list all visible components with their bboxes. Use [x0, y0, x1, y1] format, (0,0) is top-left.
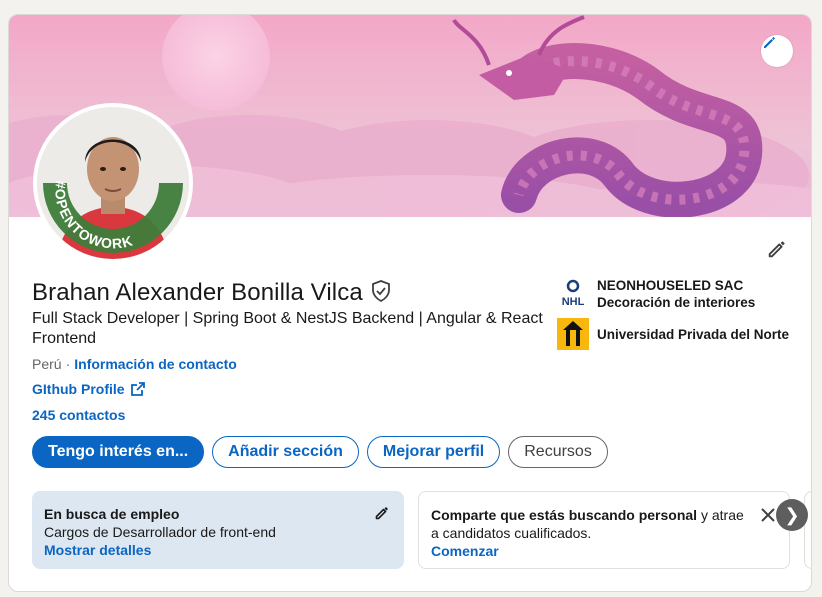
profile-photo[interactable]: #OPENTOWORK: [33, 103, 193, 263]
improve-profile-button[interactable]: Mejorar perfil: [366, 436, 501, 468]
next-card-preview: [804, 491, 811, 569]
chevron-right-icon[interactable]: ❯: [776, 499, 808, 531]
connections-link[interactable]: 245 contactos: [32, 407, 125, 423]
svg-text:NHL: NHL: [562, 296, 585, 308]
verified-shield-icon[interactable]: [371, 279, 391, 307]
company-item[interactable]: NHL NEONHOUSELED SAC Decoración de inter…: [557, 277, 807, 311]
pencil-icon: [375, 507, 388, 520]
experience-education-list: NHL NEONHOUSELED SAC Decoración de inter…: [557, 277, 807, 357]
open-to-work-badge: #OPENTOWORK: [52, 180, 134, 251]
profile-name: Brahan Alexander Bonilla Vilca: [32, 279, 363, 306]
open-to-work-title: En busca de empleo: [44, 506, 180, 522]
company-subtitle: Decoración de interiores: [597, 295, 756, 310]
location-text: Perú: [32, 356, 62, 372]
add-section-button[interactable]: Añadir sección: [212, 436, 359, 468]
hiring-card: Comparte que estás buscando personal y a…: [418, 491, 790, 569]
open-to-button[interactable]: Tengo interés en...: [32, 436, 205, 468]
hiring-text: Comparte que estás buscando personal y a…: [431, 506, 751, 542]
company-name: NEONHOUSELED SAC: [597, 278, 744, 293]
open-to-work-roles: Cargos de Desarrollador de front-end: [44, 524, 276, 540]
education-item[interactable]: Universidad Privada del Norte: [557, 317, 807, 351]
github-link-row[interactable]: GIthub Profile: [32, 381, 145, 397]
location-separator: ·: [65, 356, 71, 372]
external-link-icon: [130, 382, 145, 396]
profile-actions: Tengo interés en... Añadir sección Mejor…: [32, 436, 608, 468]
school-name: Universidad Privada del Norte: [597, 326, 790, 342]
avatar: #OPENTOWORK: [37, 107, 189, 259]
svg-text:#OPENTOWORK: #OPENTOWORK: [52, 180, 135, 251]
location-row: Perú · Información de contacto: [32, 356, 237, 372]
pencil-icon: [764, 37, 775, 48]
school-logo: [557, 318, 589, 350]
contact-info-link[interactable]: Información de contacto: [74, 356, 237, 372]
resources-button[interactable]: Recursos: [508, 436, 608, 468]
pencil-icon: [768, 241, 785, 258]
show-details-link[interactable]: Mostrar detalles: [44, 541, 392, 559]
name-row: Brahan Alexander Bonilla Vilca: [32, 279, 391, 307]
open-to-work-ring: #OPENTOWORK: [52, 180, 135, 251]
edit-banner-button[interactable]: [761, 35, 793, 67]
start-hiring-link[interactable]: Comenzar: [431, 542, 777, 560]
hiring-text-bold: Comparte que estás buscando personal: [431, 507, 698, 523]
github-profile-link[interactable]: GIthub Profile: [32, 381, 125, 397]
edit-intro-button[interactable]: [765, 237, 789, 261]
profile-headline: Full Stack Developer | Spring Boot & Nes…: [32, 310, 543, 347]
profile-card: #OPENTOWORK Brahan Alexander Bonilla Vil…: [8, 14, 812, 592]
edit-open-to-work-button[interactable]: [372, 503, 392, 523]
company-logo: NHL: [557, 278, 589, 310]
open-to-work-card[interactable]: En busca de empleo Cargos de Desarrollad…: [32, 491, 404, 569]
